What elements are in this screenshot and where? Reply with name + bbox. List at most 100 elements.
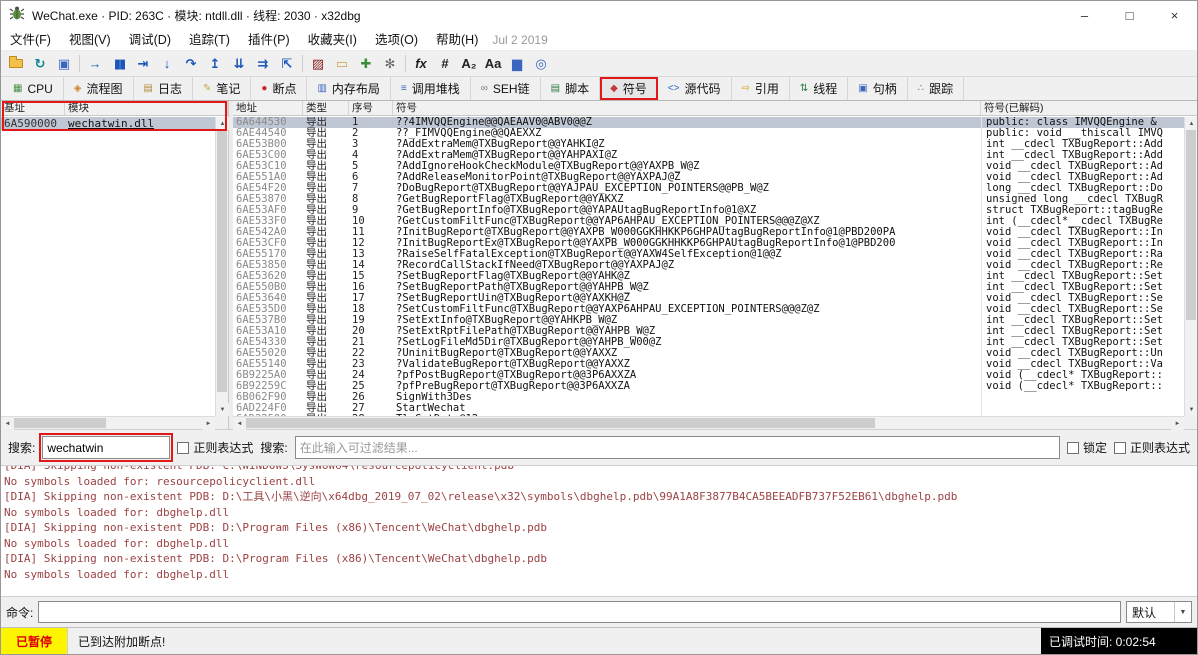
tab-threads[interactable]: ⇅线程 (790, 77, 848, 100)
lock-checkbox[interactable] (1067, 442, 1079, 454)
tab-seh-chain[interactable]: ∞SEH链 (471, 77, 541, 100)
symbol-row[interactable]: 6AE54F20导出7?DoBugReport@TXBugReport@@YAJ… (233, 183, 1184, 194)
symbol-row[interactable]: 6AE535D0导出18?SetCustomFiltFunc@TXBugRepo… (233, 304, 1184, 315)
scroll-down-icon[interactable]: ▼ (1185, 403, 1198, 416)
tab-trace[interactable]: ∴跟踪 (908, 77, 964, 100)
tab-graph[interactable]: ◈流程图 (64, 77, 134, 100)
symbol-row[interactable]: 6AE53B00导出3?AddExtraMem@TXBugReport@@YAH… (233, 139, 1184, 150)
scroll-track[interactable] (1185, 130, 1197, 403)
symbol-row[interactable]: 6AE533F0导出10?GetCustomFiltFunc@TXBugRepo… (233, 216, 1184, 227)
symbols-vertical-scrollbar[interactable]: ▲ ▼ (1184, 117, 1197, 416)
regex-checkbox[interactable] (177, 442, 189, 454)
tab-notes[interactable]: ✎笔记 (193, 77, 251, 100)
scroll-left-icon[interactable]: ◄ (1, 417, 14, 430)
close-icon[interactable]: × (1152, 1, 1197, 29)
symbol-row[interactable]: 6AE537B0导出19?SetExtInfo@TXBugReport@@YAH… (233, 315, 1184, 326)
symbol-row[interactable]: 6AE53C10导出5?AddIgnoreHookCheckModule@TXB… (233, 161, 1184, 172)
minimize-icon[interactable]: – (1062, 1, 1107, 29)
menu-item-3[interactable]: 追踪(T) (180, 29, 239, 50)
scroll-thumb[interactable] (246, 418, 875, 428)
tab-symbols[interactable]: ◆符号 (600, 77, 658, 100)
tab-script[interactable]: ▤脚本 (541, 77, 600, 100)
regex2-checkbox[interactable] (1114, 442, 1126, 454)
inject-button[interactable]: ✚ (354, 53, 378, 75)
execute-till-return-button[interactable]: ↥ (203, 53, 227, 75)
animate-into-button[interactable]: ⇊ (227, 53, 251, 75)
scroll-right-icon[interactable]: ► (202, 417, 215, 430)
symbol-row[interactable]: 6AE55170导出13?RaiseSelfFatalException@TXB… (233, 249, 1184, 260)
pause-button[interactable]: ▮▮ (107, 53, 131, 75)
scroll-track[interactable] (14, 417, 202, 429)
symbol-row[interactable]: 6AE55140导出23?ValidateBugReport@TXBugRepo… (233, 359, 1184, 370)
command-input[interactable] (38, 601, 1121, 623)
dropdown-arrow-icon[interactable]: ▼ (1174, 602, 1191, 622)
scroll-thumb[interactable] (1186, 130, 1196, 320)
symbol-row[interactable]: 6AE53640导出17?SetBugReportUin@TXBugReport… (233, 293, 1184, 304)
symbol-row[interactable]: 6AE44540导出2??_FIMVQQEngine@@QAEXXZpublic… (233, 128, 1184, 139)
symbol-row[interactable]: 6AE550B0导出16?SetBugReportPath@TXBugRepor… (233, 282, 1184, 293)
symbol-row[interactable]: 6AE53870导出8?GetBugReportFlag@TXBugReport… (233, 194, 1184, 205)
symbol-row[interactable]: 6AE53620导出15?SetBugReportFlag@TXBugRepor… (233, 271, 1184, 282)
scroll-track[interactable] (216, 130, 228, 403)
menu-item-6[interactable]: 选项(O) (366, 29, 427, 50)
scroll-left-icon[interactable]: ◄ (233, 417, 246, 430)
symbol-search-input[interactable] (295, 436, 1060, 459)
tab-handles[interactable]: ▣句柄 (848, 77, 907, 100)
symbol-row[interactable]: 6AD224F0导出27StartWechat (233, 403, 1184, 414)
restart-button[interactable]: ↻ (28, 53, 52, 75)
tab-call-stack[interactable]: ≡调用堆栈 (391, 77, 471, 100)
symbol-row[interactable]: 6AE53850导出14?RecordCallStackIfNeed@TXBug… (233, 260, 1184, 271)
symbols-horizontal-scrollbar[interactable]: ◄ ► (233, 416, 1184, 429)
symbol-row[interactable]: 6AE53AF0导出9?GetBugReportInfo@TXBugReport… (233, 205, 1184, 216)
symbol-row[interactable]: 6A644530导出1??4IMVQQEngine@@QAEAAV0@ABV0@… (233, 117, 1184, 128)
scroll-track[interactable] (246, 417, 1171, 429)
tab-cpu[interactable]: ▦CPU (3, 77, 64, 100)
font-button[interactable]: Aa (481, 53, 505, 75)
menu-item-5[interactable]: 收藏夹(I) (299, 29, 366, 50)
patches-button[interactable]: ▨ (306, 53, 330, 75)
scroll-up-icon[interactable]: ▲ (1185, 117, 1198, 130)
tab-breakpoints[interactable]: ●断点 (251, 77, 307, 100)
step-into-button[interactable]: ↓ (155, 53, 179, 75)
tab-references[interactable]: ⇨引用 (732, 77, 790, 100)
step-over-button[interactable]: ↷ (179, 53, 203, 75)
symbol-row[interactable]: 6AE542A0导出11?InitBugReport@TXBugReport@@… (233, 227, 1184, 238)
symbol-row[interactable]: 6AE53A10导出20?SetExtRptFilePath@TXBugRepo… (233, 326, 1184, 337)
symbol-row[interactable]: 6AE54330导出21?SetLogFileMd5Dir@TXBugRepor… (233, 337, 1184, 348)
scroll-down-icon[interactable]: ▼ (216, 403, 229, 416)
menu-item-0[interactable]: 文件(F) (1, 29, 60, 50)
module-search-input[interactable] (42, 436, 170, 459)
scroll-up-icon[interactable]: ▲ (216, 117, 229, 130)
scroll-thumb[interactable] (14, 418, 106, 428)
menu-item-4[interactable]: 插件(P) (239, 29, 299, 50)
run-to-user-code-button[interactable]: ⇥ (131, 53, 155, 75)
settings-button[interactable]: ✻ (378, 53, 402, 75)
open-file-button[interactable] (4, 53, 28, 75)
tab-source[interactable]: <>源代码 (658, 77, 732, 100)
animate-over-button[interactable]: ⇉ (251, 53, 275, 75)
symbol-row[interactable]: 6AE53C00导出4?AddExtraMem@TXBugReport@@YAH… (233, 150, 1184, 161)
scroll-thumb[interactable] (217, 130, 227, 392)
symbol-row[interactable]: 6B9225A0导出24?pfPostBugReport@TXBugReport… (233, 370, 1184, 381)
scroll-right-icon[interactable]: ► (1171, 417, 1184, 430)
regex-checkbox-group[interactable]: 正则表达式 (177, 439, 253, 456)
symbol-row[interactable]: 6B062F90导出26SignWith3Des (233, 392, 1184, 403)
assembler-button[interactable]: A₂ (457, 53, 481, 75)
command-profile-dropdown[interactable]: 默认 ▼ (1126, 601, 1192, 623)
regex2-checkbox-group[interactable]: 正则表达式 (1114, 439, 1190, 456)
modules-horizontal-scrollbar[interactable]: ◄ ► (1, 416, 215, 429)
maximize-icon[interactable]: □ (1107, 1, 1152, 29)
chart-button[interactable]: ▆ (505, 53, 529, 75)
attach-button[interactable]: ⇱ (275, 53, 299, 75)
menu-item-1[interactable]: 视图(V) (60, 29, 120, 50)
symbol-row[interactable]: 6B92259C导出25?pfPreBugReport@TXBugReport@… (233, 381, 1184, 392)
symbol-row[interactable]: 6AE551A0导出6?AddReleaseMonitorPoint@TXBug… (233, 172, 1184, 183)
calculator-fx-button[interactable]: fx (409, 53, 433, 75)
menu-item-7[interactable]: 帮助(H) (427, 29, 487, 50)
tab-log[interactable]: ▤日志 (134, 77, 193, 100)
close-debuggee-button[interactable]: ▣ (52, 53, 76, 75)
run-button[interactable]: → (83, 53, 107, 75)
comments-button[interactable]: ▭ (330, 53, 354, 75)
module-row[interactable]: 6A590000wechatwin.dll (1, 117, 215, 130)
modules-vertical-scrollbar[interactable]: ▲ ▼ (215, 117, 228, 416)
